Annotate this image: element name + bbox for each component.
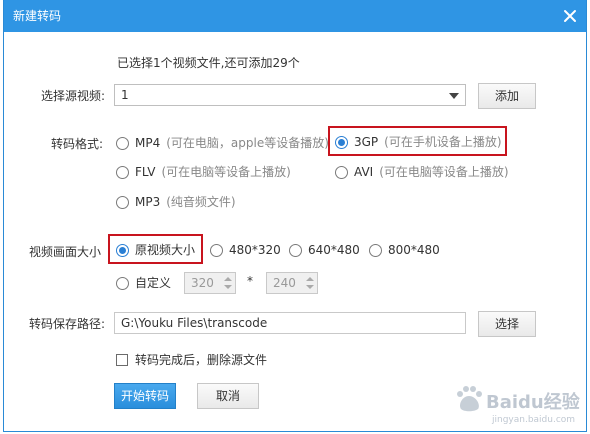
chevron-down-icon (449, 93, 459, 99)
format-option-mp3[interactable]: MP3 (纯音频文件) (116, 195, 236, 209)
size-label: 视频画面大小 (29, 245, 102, 259)
format-option-avi[interactable]: AVI (可在电脑等设备上播放) (335, 165, 509, 179)
save-path-input[interactable]: G:\Youku Files\transcode (114, 312, 466, 334)
transcode-dialog: 新建转码 已选择1个视频文件,还可添加29个 选择源视频: 1 添加 转码格式:… (3, 0, 587, 432)
size-option-480x320[interactable]: 480*320 (210, 243, 281, 257)
start-transcode-button[interactable]: 开始转码 (114, 383, 176, 409)
format-option-name: FLV (135, 165, 156, 179)
checkbox-icon (116, 354, 128, 366)
title-bar: 新建转码 (4, 0, 586, 32)
radio-icon (116, 195, 129, 209)
size-option-original[interactable]: 原视频大小 (116, 243, 195, 257)
format-option-note: (可在电脑等设备上播放) (379, 165, 509, 179)
radio-icon (369, 243, 382, 257)
size-separator: * (247, 274, 253, 288)
baidu-watermark-logo: Baidu经验 jingyan.baidu.com (457, 386, 581, 425)
browse-button[interactable]: 选择 (478, 311, 536, 337)
size-option-name: 800*480 (388, 243, 440, 257)
custom-width-input[interactable]: 320 (184, 272, 236, 294)
size-option-custom[interactable]: 自定义 (116, 276, 171, 290)
format-option-note: (可在电脑，apple等设备播放) (166, 136, 329, 150)
format-option-name: 3GP (354, 135, 379, 149)
size-option-name: 480*320 (229, 243, 281, 257)
radio-icon (210, 243, 223, 257)
size-option-name: 640*480 (308, 243, 360, 257)
size-option-640x480[interactable]: 640*480 (289, 243, 360, 257)
format-option-name: MP4 (135, 136, 161, 150)
format-option-mp4[interactable]: MP4 (可在电脑，apple等设备播放) (116, 136, 329, 150)
save-path-value: G:\Youku Files\transcode (121, 316, 268, 330)
format-option-3gp[interactable]: 3GP (可在手机设备上播放) (335, 135, 502, 149)
radio-icon (116, 165, 129, 179)
delete-source-checkbox[interactable]: 转码完成后，删除源文件 (116, 353, 267, 367)
cancel-button[interactable]: 取消 (197, 383, 259, 409)
format-option-name: AVI (354, 165, 374, 179)
delete-source-label: 转码完成后，删除源文件 (135, 353, 268, 367)
source-video-select[interactable]: 1 (114, 84, 466, 106)
radio-icon (289, 243, 302, 257)
format-option-flv[interactable]: FLV (可在电脑等设备上播放) (116, 165, 291, 179)
dialog-title: 新建转码 (13, 9, 62, 23)
add-button[interactable]: 添加 (478, 83, 536, 109)
watermark-text: Baidu经验 (486, 391, 581, 413)
close-icon[interactable] (562, 8, 578, 24)
spinner-arrows-icon[interactable] (223, 275, 233, 291)
save-path-label: 转码保存路径: (29, 317, 106, 331)
format-label: 转码格式: (51, 137, 104, 151)
source-label: 选择源视频: (41, 89, 106, 103)
spinner-arrows-icon[interactable] (305, 275, 315, 291)
radio-selected-icon (335, 135, 348, 149)
format-option-note: (纯音频文件) (166, 195, 236, 209)
watermark-subtext: jingyan.baidu.com (491, 415, 575, 425)
radio-icon (116, 276, 129, 290)
custom-width-value: 320 (191, 276, 214, 290)
custom-height-value: 240 (273, 276, 296, 290)
custom-height-input[interactable]: 240 (266, 272, 318, 294)
radio-icon (335, 165, 348, 179)
size-option-name: 原视频大小 (135, 243, 196, 257)
selection-info: 已选择1个视频文件,还可添加29个 (117, 56, 300, 70)
format-option-note: (可在手机设备上播放) (384, 135, 502, 149)
size-option-800x480[interactable]: 800*480 (369, 243, 440, 257)
format-option-name: MP3 (135, 195, 161, 209)
radio-selected-icon (116, 243, 129, 257)
source-video-value: 1 (121, 88, 129, 102)
format-option-note: (可在电脑等设备上播放) (161, 165, 291, 179)
radio-icon (116, 136, 129, 150)
size-option-name: 自定义 (135, 276, 172, 290)
